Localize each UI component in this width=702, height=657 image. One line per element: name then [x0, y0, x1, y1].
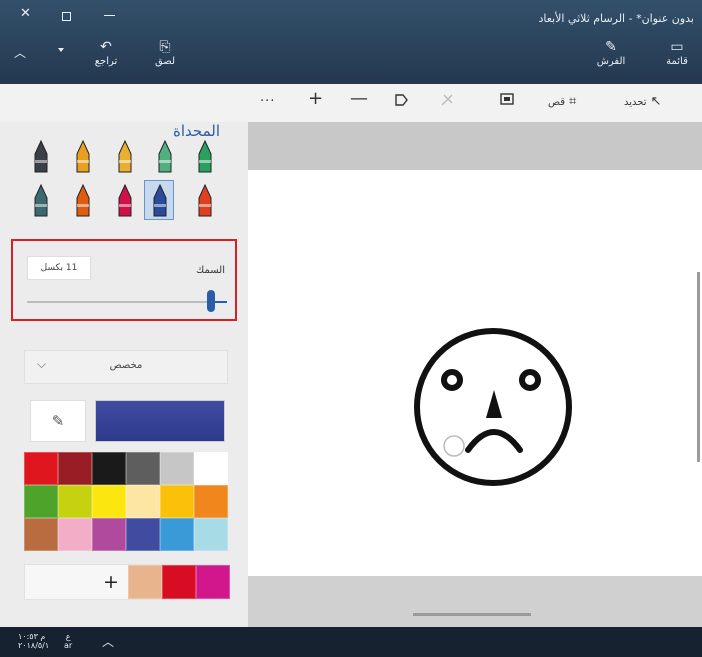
color-swatch[interactable]	[194, 485, 228, 518]
collapse-ribbon-icon[interactable]: ︿	[14, 44, 26, 61]
custom-color-swatch[interactable]	[128, 565, 162, 599]
add-color-button[interactable]: +	[101, 569, 121, 595]
color-swatch[interactable]	[126, 518, 160, 551]
eyedropper-icon: ✎	[51, 412, 65, 430]
color-swatch[interactable]	[92, 452, 126, 485]
select-label: تحديد	[624, 97, 647, 108]
thickness-label: السمك	[196, 265, 225, 276]
color-swatch[interactable]	[58, 452, 92, 485]
canvas-area	[248, 122, 702, 627]
color-swatch[interactable]	[126, 485, 160, 518]
calligraphy-pen-brush[interactable]	[74, 140, 92, 174]
undo-label: تراجع	[94, 56, 118, 67]
toolbar: ··· + — قص ⌗ تحديد ↖	[0, 84, 702, 122]
crop-label: قص	[548, 97, 566, 108]
crayon-brush[interactable]	[116, 184, 134, 218]
custom-color-swatch[interactable]	[196, 565, 230, 599]
zoom-in-button[interactable]: +	[308, 90, 323, 108]
custom-colors-row: +	[24, 564, 230, 600]
oil-brush[interactable]	[116, 140, 134, 174]
menu-button[interactable]: ▭ قائمة	[660, 38, 694, 67]
chevron-down-icon[interactable]	[58, 48, 64, 52]
color-palette	[24, 452, 228, 552]
more-options-button[interactable]: ···	[260, 93, 275, 111]
thickness-input[interactable]: 11 بكسل	[27, 256, 91, 280]
clock-time: م ١٠:٥٣	[18, 632, 46, 641]
show-hidden-icons-icon[interactable]: ︿	[102, 633, 114, 650]
undo-button[interactable]: ↶ تراجع	[92, 38, 120, 67]
brush-icon: ✎	[605, 39, 617, 55]
select-button[interactable]: تحديد ↖	[624, 93, 661, 112]
color-swatch[interactable]	[160, 518, 194, 551]
color-swatch[interactable]	[58, 518, 92, 551]
color-swatch[interactable]	[92, 485, 126, 518]
color-swatch[interactable]	[126, 452, 160, 485]
shape-icon[interactable]	[394, 93, 408, 113]
color-swatch[interactable]	[194, 452, 228, 485]
thickness-group: السمك 11 بكسل	[11, 239, 237, 321]
color-swatch[interactable]	[24, 485, 58, 518]
color-swatch[interactable]	[24, 518, 58, 551]
maximize-icon[interactable]	[62, 12, 71, 21]
custom-color-swatch[interactable]	[162, 565, 196, 599]
color-mode-label: مخصص	[109, 360, 143, 371]
color-swatch[interactable]	[24, 452, 58, 485]
menu-label: قائمة	[666, 56, 688, 67]
language-short: ع	[65, 632, 71, 641]
brushes-label: الفرش	[596, 56, 626, 67]
custom-swatches	[128, 565, 230, 599]
image-icon[interactable]	[500, 93, 514, 111]
eyedropper-button[interactable]: ✎	[30, 400, 86, 442]
color-swatch[interactable]	[194, 518, 228, 551]
close-icon[interactable]: ✕	[20, 6, 31, 21]
spray-can-brush[interactable]	[32, 184, 50, 218]
menu-icon: ▭	[670, 39, 684, 55]
minimize-icon[interactable]	[104, 15, 115, 16]
thickness-slider-track[interactable]	[27, 301, 227, 303]
cursor-icon: ↖	[650, 94, 662, 109]
brushes-panel: المحداة السمك 11 بكسل ⌵ مخصص ✎ +	[0, 122, 248, 627]
sad-face-drawing	[414, 328, 572, 486]
zoom-out-button[interactable]: —	[350, 90, 368, 108]
tray-clock[interactable]: م ١٠:٥٣ ٢٠١٨/٥/١	[18, 632, 49, 650]
color-swatch[interactable]	[160, 452, 194, 485]
clock-date: ٢٠١٨/٥/١	[18, 641, 50, 650]
color-swatch[interactable]	[58, 485, 92, 518]
brushes-tab[interactable]: ✎ الفرش	[594, 38, 628, 67]
window-title: بدون عنوان* - الرسام ثلاثي الأبعاد	[538, 12, 694, 25]
color-swatch[interactable]	[160, 485, 194, 518]
paste-button[interactable]: ⎘ لصق	[148, 38, 182, 67]
undo-icon: ↶	[100, 39, 112, 55]
language-code: ar	[64, 641, 73, 650]
thickness-slider-thumb[interactable]	[207, 290, 215, 312]
canvas-background	[248, 122, 702, 170]
fill-brush[interactable]	[196, 184, 214, 218]
panel-title: المحداة	[173, 122, 220, 140]
flip-icon[interactable]	[440, 93, 454, 113]
paste-icon: ⎘	[159, 39, 171, 55]
marker-brush[interactable]	[32, 140, 50, 174]
pixel-pen-brush[interactable]	[196, 140, 214, 174]
color-swatch[interactable]	[92, 518, 126, 551]
watercolor-brush[interactable]	[156, 140, 174, 174]
taskbar: م ١٠:٥٣ ٢٠١٨/٥/١ ع ar ︿	[0, 627, 702, 657]
drawing-canvas[interactable]	[248, 170, 702, 576]
current-color-swatch[interactable]	[95, 400, 225, 442]
input-language[interactable]: ع ar	[64, 632, 72, 650]
crop-icon: ⌗	[569, 94, 577, 109]
horizontal-scrollbar[interactable]	[413, 613, 531, 616]
pencil-brush[interactable]	[74, 184, 92, 218]
crop-button[interactable]: قص ⌗	[548, 93, 576, 112]
paste-label: لصق	[154, 56, 176, 67]
vertical-scrollbar[interactable]	[697, 272, 700, 462]
title-bar: ✕ بدون عنوان* - الرسام ثلاثي الأبعاد ︿ ↶…	[0, 0, 702, 84]
color-mode-dropdown[interactable]: ⌵ مخصص	[24, 350, 228, 384]
eraser-brush[interactable]	[151, 184, 169, 218]
